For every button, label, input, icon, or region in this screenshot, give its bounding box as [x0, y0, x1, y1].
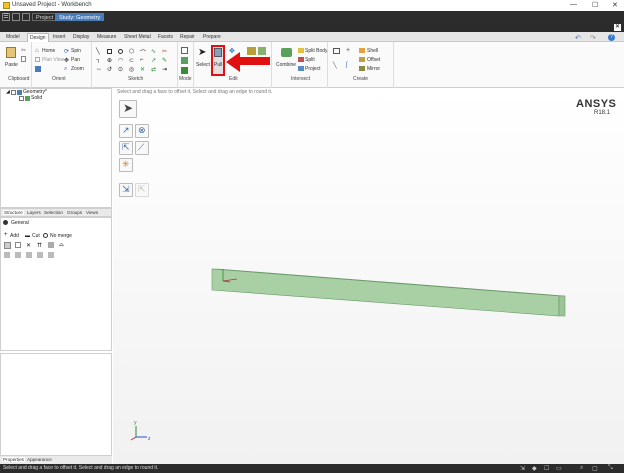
measure-option-icon[interactable]	[4, 252, 10, 258]
sketch-group	[92, 42, 178, 88]
view-icon[interactable]: ☐	[544, 465, 549, 472]
layout-icon[interactable]	[12, 13, 20, 21]
tab-prepare[interactable]: Prepare	[203, 34, 221, 40]
tab-insert[interactable]: Insert	[53, 34, 66, 40]
close-window-button[interactable]: ✕	[612, 1, 618, 9]
no-merge-icon	[43, 233, 48, 238]
structure-tree: ◢ Geometry* Solid	[0, 88, 112, 208]
redo-icon[interactable]: ↷	[590, 34, 596, 42]
revolve-option-icon[interactable]	[48, 242, 54, 248]
intersect-group	[272, 42, 328, 88]
solid-icon	[25, 96, 30, 101]
cut-option[interactable]: Cut	[32, 233, 40, 239]
tab-model[interactable]: Model	[6, 34, 20, 40]
checkbox-root[interactable]	[11, 90, 16, 95]
ribbon-tabs: Model Design Insert Display Measure Shee…	[0, 32, 624, 42]
mode-group	[178, 42, 194, 88]
help-icon[interactable]: ?	[608, 34, 615, 41]
copy-option-icon[interactable]: ⌓	[59, 242, 64, 249]
tab-design[interactable]: Design	[27, 33, 49, 42]
tab-layers[interactable]: Layers	[27, 210, 41, 215]
zoom-status-icon[interactable]: ⌕	[580, 465, 583, 472]
ruler-option-icon[interactable]	[15, 252, 21, 258]
properties-tabs: Properties Appearance	[0, 456, 112, 464]
secondary-bar: ✕	[0, 23, 624, 32]
tab-views[interactable]: Views	[86, 210, 98, 215]
undo-icon[interactable]: ↶	[575, 34, 581, 42]
tab-measure[interactable]: Measure	[97, 34, 116, 40]
collapse-status-icon[interactable]: ⤡	[608, 465, 613, 472]
edit-group	[194, 42, 272, 88]
maximize-button[interactable]: ☐	[592, 1, 598, 9]
snap-icon[interactable]: ◆	[532, 465, 537, 472]
tab-groups[interactable]: Groups	[67, 210, 82, 215]
status-tools: ⇲ ◆ ☐ ▭ ⌕ ▢ ⤡	[520, 465, 620, 472]
structure-pane-tabs: Structure Layers Selection Groups Views	[0, 208, 112, 217]
properties-panel	[0, 353, 112, 456]
triad-z-label: z	[148, 436, 151, 442]
close-pane-icon[interactable]: ✕	[614, 24, 621, 31]
triad-y-label: y	[134, 420, 137, 426]
minimize-button[interactable]: —	[570, 1, 577, 8]
sweep-option-icon[interactable]: ⇈	[37, 242, 42, 249]
tab-selection[interactable]: Selection	[44, 210, 63, 215]
tab-geometry[interactable]: Study: Geometry	[55, 13, 105, 21]
cut-icon: ▬	[25, 233, 30, 239]
up-to-icon[interactable]	[37, 252, 43, 258]
options-panel: General + Add ▬ Cut No merge ✕ ⇈ ⌓	[0, 217, 112, 351]
model-canvas: y z	[130, 268, 566, 442]
full-pull-icon[interactable]	[26, 252, 32, 258]
tab-properties[interactable]: Properties	[2, 457, 25, 462]
collapse-icon[interactable]	[3, 220, 8, 225]
no-merge-option[interactable]: No merge	[50, 233, 72, 239]
title-bar: Unsaved Project - Workbench — ☐ ✕	[0, 0, 624, 11]
checkbox-solid[interactable]	[19, 96, 24, 101]
geometry-icon	[17, 90, 22, 95]
clipboard-group	[0, 42, 32, 88]
pull-both-sides-icon[interactable]	[4, 242, 11, 249]
beam-front-face	[211, 268, 560, 317]
fit-icon[interactable]: ▢	[592, 465, 598, 472]
tab-structure[interactable]: Structure	[3, 210, 24, 215]
add-option[interactable]: Add	[10, 233, 19, 239]
draft-option-icon[interactable]: ✕	[26, 242, 31, 249]
expand-toggle-icon[interactable]: ◢	[6, 89, 10, 95]
window-title: Unsaved Project - Workbench	[12, 2, 92, 8]
tab-display[interactable]: Display	[73, 34, 89, 40]
app-tab-bar: ☰ Project Study: Geometry	[0, 11, 624, 23]
menu-icon[interactable]: ☰	[2, 13, 10, 21]
display-icon[interactable]: ▭	[556, 465, 562, 472]
tab-facets[interactable]: Facets	[158, 34, 173, 40]
general-section-title: General	[11, 220, 29, 226]
triad-z-axis	[130, 436, 137, 441]
add-icon: +	[4, 232, 8, 238]
select-guide-icon[interactable]	[48, 252, 54, 258]
tab-repair[interactable]: Repair	[180, 34, 195, 40]
tab-project[interactable]: Project	[32, 13, 58, 21]
rotate-option-icon[interactable]	[15, 242, 21, 248]
status-message: Select and drag a face to offset it. Sel…	[3, 465, 159, 471]
orient-group	[32, 42, 92, 88]
tab-sheet-metal[interactable]: Sheet Metal	[124, 34, 151, 40]
create-group	[328, 42, 394, 88]
tree-solid-label[interactable]: Solid	[31, 95, 42, 101]
beam-end-face	[558, 295, 566, 317]
select-filter-icon[interactable]: ⇲	[520, 465, 525, 472]
tab-appearance[interactable]: Appearance	[27, 457, 52, 462]
app-icon	[3, 2, 10, 9]
grid-icon[interactable]	[22, 13, 30, 21]
